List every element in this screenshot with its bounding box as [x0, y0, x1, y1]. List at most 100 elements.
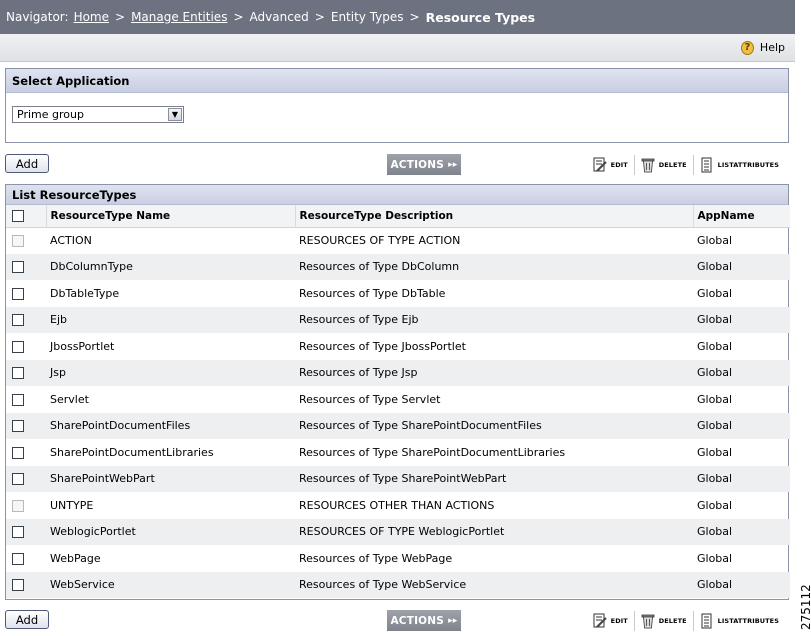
list-attributes-button[interactable]: LISTATTRIBUTES	[694, 155, 785, 175]
cell-resourcetype-description: Resources of Type JbossPortlet	[299, 339, 466, 353]
table-row[interactable]: DbTableType Resources of Type DbTable Glob…	[6, 280, 790, 307]
row-checkbox[interactable]	[12, 314, 24, 327]
help-question-icon[interactable]: ?	[740, 40, 754, 55]
table-row[interactable]: JbossPortlet Resources of Type JbossPortl…	[6, 333, 790, 360]
row-checkbox[interactable]	[12, 420, 24, 433]
select-all-checkbox[interactable]	[12, 209, 24, 222]
list-attributes-button-bottom[interactable]: LISTATTRIBUTES	[694, 611, 785, 631]
cell-appname: Global	[693, 306, 790, 333]
column-header-name[interactable]: ResourceType Name	[46, 205, 296, 228]
row-checkbox[interactable]	[12, 393, 24, 406]
table-row[interactable]: WebPage Resources of Type WebPage Global	[6, 545, 790, 572]
help-link[interactable]: Help	[760, 41, 785, 54]
chevron-down-icon[interactable]: ▼	[168, 108, 182, 121]
cell-resourcetype-description: Resources of Type DbTable	[299, 286, 446, 300]
table-row[interactable]: DbColumnType Resources of Type DbColumn Gl…	[6, 253, 790, 280]
row-checkbox[interactable]	[12, 340, 24, 353]
row-checkbox	[12, 499, 24, 512]
actions-button[interactable]: ACTIONS ▸▸	[387, 154, 461, 175]
application-select[interactable]: Prime group ▼	[12, 106, 184, 123]
delete-label: DELETE	[658, 616, 687, 625]
cell-resourcetype-name: WebPage	[50, 551, 101, 565]
figure-number: 275112	[799, 584, 811, 630]
cell-resourcetype-name: DbColumnType	[46, 253, 295, 280]
cell-appname: Global	[697, 286, 733, 300]
trash-icon	[641, 158, 655, 172]
cell-resourcetype-description: Resources of Type Jsp	[295, 359, 693, 386]
edit-button[interactable]: EDIT	[587, 154, 635, 175]
row-actions-bottom: EDIT DELETE LISTATTRIBUTES	[587, 610, 785, 631]
breadcrumb-separator: >	[115, 10, 126, 24]
cell-resourcetype-description: Resources of Type SharePointWebPart	[295, 465, 693, 492]
add-button[interactable]: Add	[5, 154, 49, 173]
cell-appname: Global	[693, 465, 790, 492]
bottom-toolbar: Add ACTIONS ▸▸ EDIT DELETE LISTATTRIBUTE…	[5, 610, 789, 632]
cell-resourcetype-description: RESOURCES OF TYPE ACTION	[299, 234, 461, 247]
cell-resourcetype-name: UNTYPE	[50, 498, 94, 512]
table-row[interactable]: Servlet Resources of Type Servlet Global	[6, 386, 790, 413]
breadcrumb-manage-entities[interactable]: Manage Entities	[131, 10, 227, 24]
cell-resourcetype-name: SharePointWebPart	[46, 465, 295, 492]
column-header-description[interactable]: ResourceType Description	[295, 205, 694, 228]
table-row[interactable]: Jsp Resources of Type Jsp Global	[6, 359, 790, 386]
cell-appname: Global	[693, 571, 790, 598]
table-row[interactable]: Ejb Resources of Type Ejb Global	[6, 306, 790, 333]
actions-label: ACTIONS	[390, 158, 445, 171]
table-row[interactable]: SharePointDocumentLibraries Resources of …	[6, 439, 790, 466]
cell-resourcetype-description: Resources of Type Ejb	[295, 306, 693, 333]
table-row[interactable]: SharePointWebPart Resources of Type Share…	[6, 465, 790, 492]
cell-resourcetype-description: Resources of Type WebService	[295, 571, 693, 598]
cell-appname: Global	[697, 339, 733, 353]
cell-resourcetype-description: Resources of Type SharePointDocumentFile…	[295, 412, 693, 439]
row-checkbox[interactable]	[12, 261, 24, 274]
table-row[interactable]: UNTYPE RESOURCES OTHER THAN ACTIONS Global	[6, 492, 790, 519]
cell-resourcetype-name: WebService	[46, 571, 295, 598]
list-icon	[701, 157, 712, 172]
cell-resourcetype-name: SharePointDocumentLibraries	[50, 445, 214, 459]
column-header-appname[interactable]: AppName	[693, 205, 790, 228]
trash-icon	[641, 614, 655, 628]
edit-button-bottom[interactable]: EDIT	[587, 610, 635, 631]
row-checkbox[interactable]	[12, 526, 24, 539]
cell-resourcetype-name: ACTION	[50, 234, 92, 247]
help-bar: ? Help	[0, 34, 795, 62]
cell-appname: Global	[693, 253, 790, 280]
navigator-prefix: Navigator:	[6, 10, 69, 24]
list-attributes-label: LISTATTRIBUTES	[717, 160, 779, 169]
cell-resourcetype-name: Servlet	[50, 392, 89, 406]
cell-resourcetype-description: Resources of Type Servlet	[299, 392, 441, 406]
cell-appname: Global	[697, 551, 733, 565]
top-toolbar: Add ACTIONS ▸▸ EDIT DELETE LISTATTRIBUTE…	[5, 154, 789, 176]
delete-button[interactable]: DELETE	[635, 154, 694, 175]
list-title: List ResourceTypes	[6, 185, 788, 205]
breadcrumb-advanced: Advanced	[249, 10, 309, 24]
table-row[interactable]: ACTION RESOURCES OF TYPE ACTION Global	[6, 227, 790, 254]
cell-resourcetype-name: JbossPortlet	[50, 339, 115, 353]
cell-resourcetype-name: SharePointDocumentFiles	[46, 412, 295, 439]
add-button-bottom[interactable]: Add	[5, 610, 49, 629]
application-select-value: Prime group	[17, 108, 84, 121]
actions-button-bottom[interactable]: ACTIONS ▸▸	[387, 610, 461, 631]
breadcrumb-home[interactable]: Home	[74, 10, 109, 24]
cell-appname: Global	[697, 445, 733, 459]
row-checkbox[interactable]	[12, 473, 24, 486]
cell-resourcetype-description: Resources of Type WebPage	[299, 551, 453, 565]
cell-resourcetype-description: Resources of Type SharePointDocumentLibr…	[299, 445, 566, 459]
row-checkbox[interactable]	[12, 287, 24, 300]
row-checkbox[interactable]	[12, 552, 24, 565]
delete-button-bottom[interactable]: DELETE	[635, 610, 694, 631]
row-checkbox[interactable]	[12, 367, 24, 380]
table-row[interactable]: SharePointDocumentFiles Resources of Type…	[6, 412, 790, 439]
cell-resourcetype-name: WeblogicPortlet	[46, 518, 295, 545]
edit-label: EDIT	[610, 616, 628, 625]
row-checkbox[interactable]	[12, 446, 24, 459]
arrows-right-icon: ▸▸	[448, 615, 458, 626]
breadcrumb-separator: >	[409, 10, 420, 24]
navigator-bar: Navigator: Home > Manage Entities > Adva…	[0, 0, 795, 34]
table-row[interactable]: WeblogicPortlet RESOURCES OF TYPE Weblogi…	[6, 518, 790, 545]
row-checkbox	[12, 235, 24, 247]
cell-appname: Global	[693, 412, 790, 439]
actions-label: ACTIONS	[390, 614, 445, 627]
table-row[interactable]: WebService Resources of Type WebService Gl…	[6, 571, 790, 598]
row-checkbox[interactable]	[12, 579, 24, 592]
